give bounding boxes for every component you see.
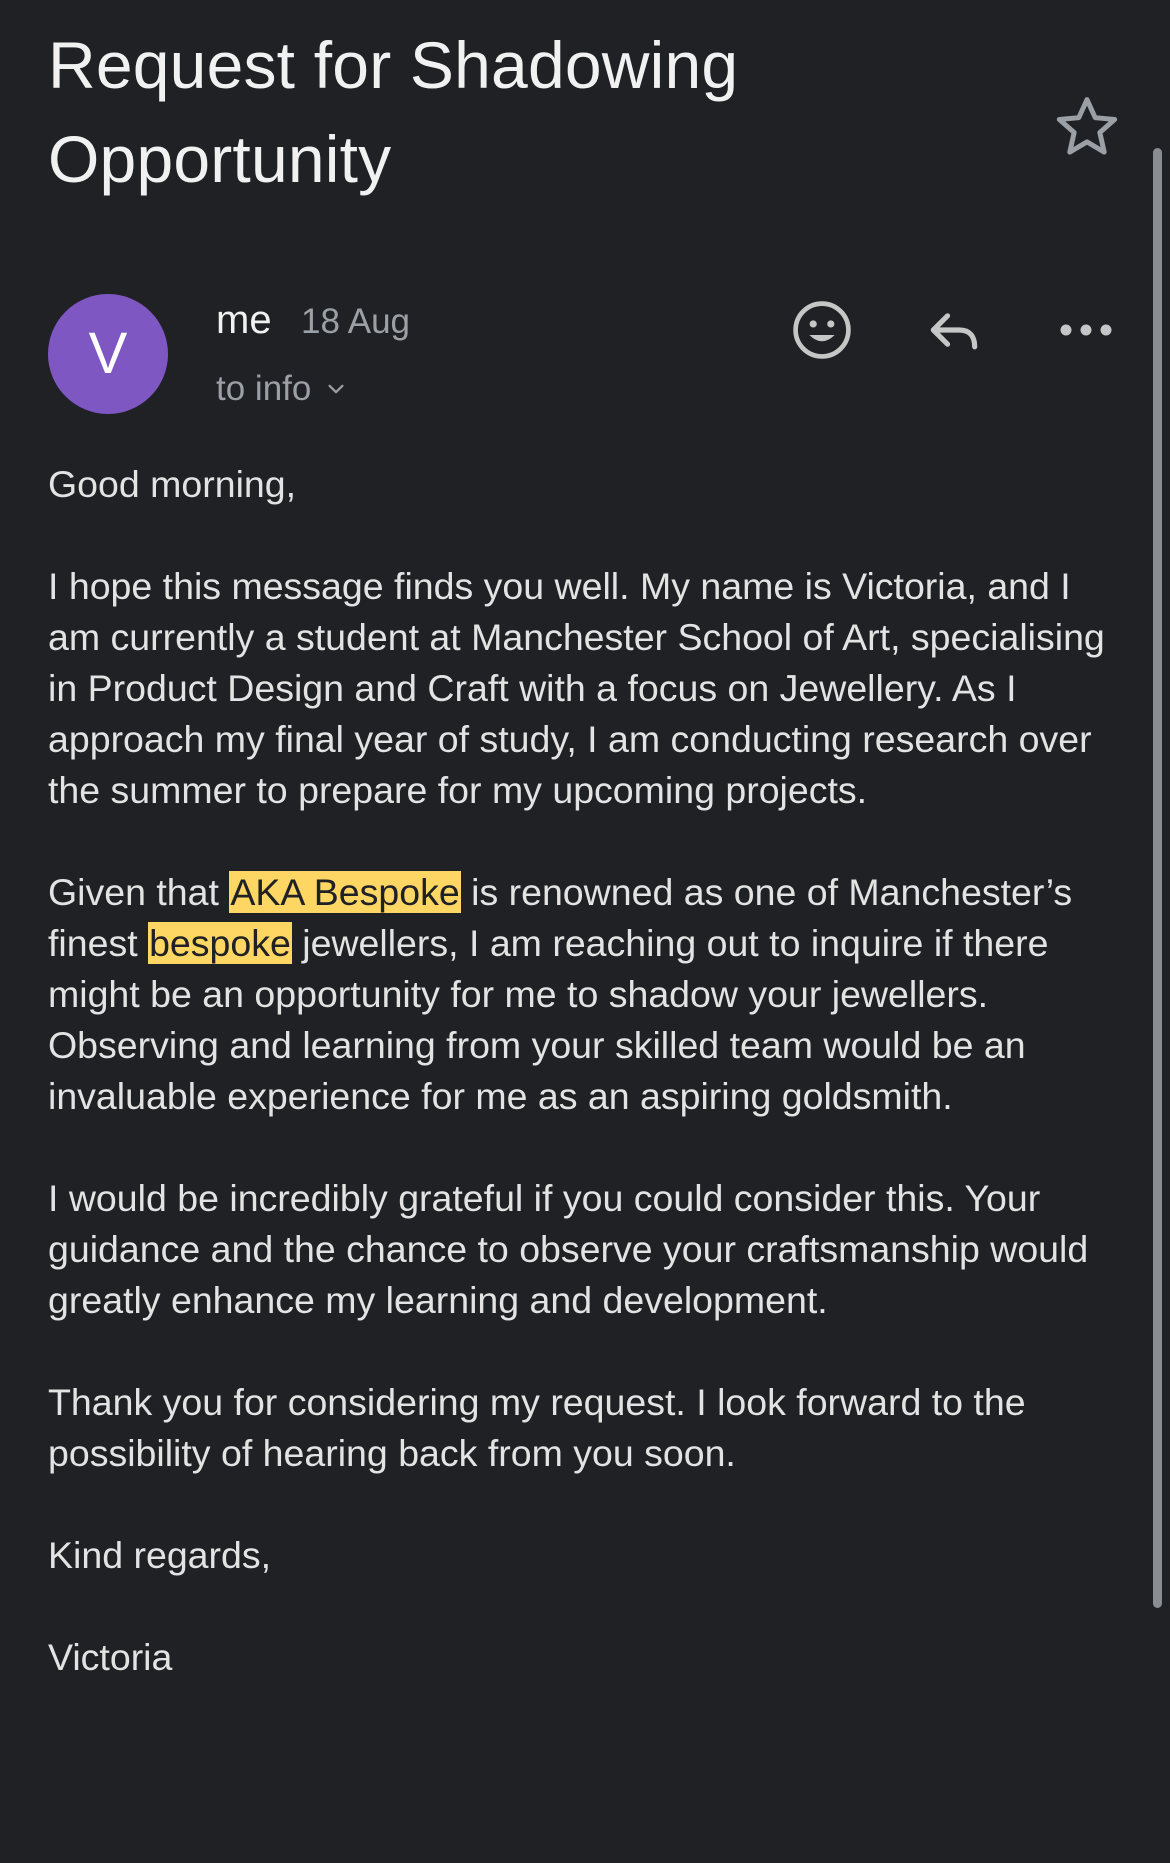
chevron-down-icon	[328, 384, 344, 394]
body-paragraph-1: I hope this message finds you well. My n…	[48, 565, 1105, 811]
more-options-icon	[1060, 324, 1112, 336]
scrollbar[interactable]	[1153, 148, 1162, 1608]
email-subject: Request for Shadowing Opportunity	[48, 28, 739, 196]
reply-icon	[930, 313, 978, 350]
recipient-label: to info	[216, 369, 312, 408]
search-highlight: bespoke	[148, 922, 292, 964]
sender-name: me	[216, 298, 272, 342]
reply-button[interactable]	[914, 290, 994, 370]
body-paragraph-4: Thank you for considering my request. I …	[48, 1381, 1026, 1474]
body-paragraph-2: Given that AKA Bespoke is renowned as on…	[48, 867, 1128, 1122]
greeting: Good morning,	[48, 463, 297, 505]
star-outline-icon[interactable]	[1052, 92, 1122, 162]
paragraph-text: Given that	[48, 871, 230, 913]
add-reaction-icon	[793, 301, 851, 359]
sign-off: Kind regards,	[48, 1534, 272, 1576]
signature: Victoria	[48, 1636, 173, 1678]
add-reaction-button[interactable]	[782, 290, 862, 370]
recipient-details-toggle[interactable]: to info	[216, 366, 347, 412]
more-options-button[interactable]	[1046, 290, 1126, 370]
body-paragraph-3: I would be incredibly grateful if you co…	[48, 1177, 1089, 1321]
avatar[interactable]: V	[48, 294, 168, 414]
avatar-initial: V	[88, 321, 128, 386]
email-body: Good morning, I hope this message finds …	[48, 459, 1128, 1683]
search-highlight: AKA Bespoke	[229, 871, 461, 913]
email-date: 18 Aug	[301, 302, 410, 341]
